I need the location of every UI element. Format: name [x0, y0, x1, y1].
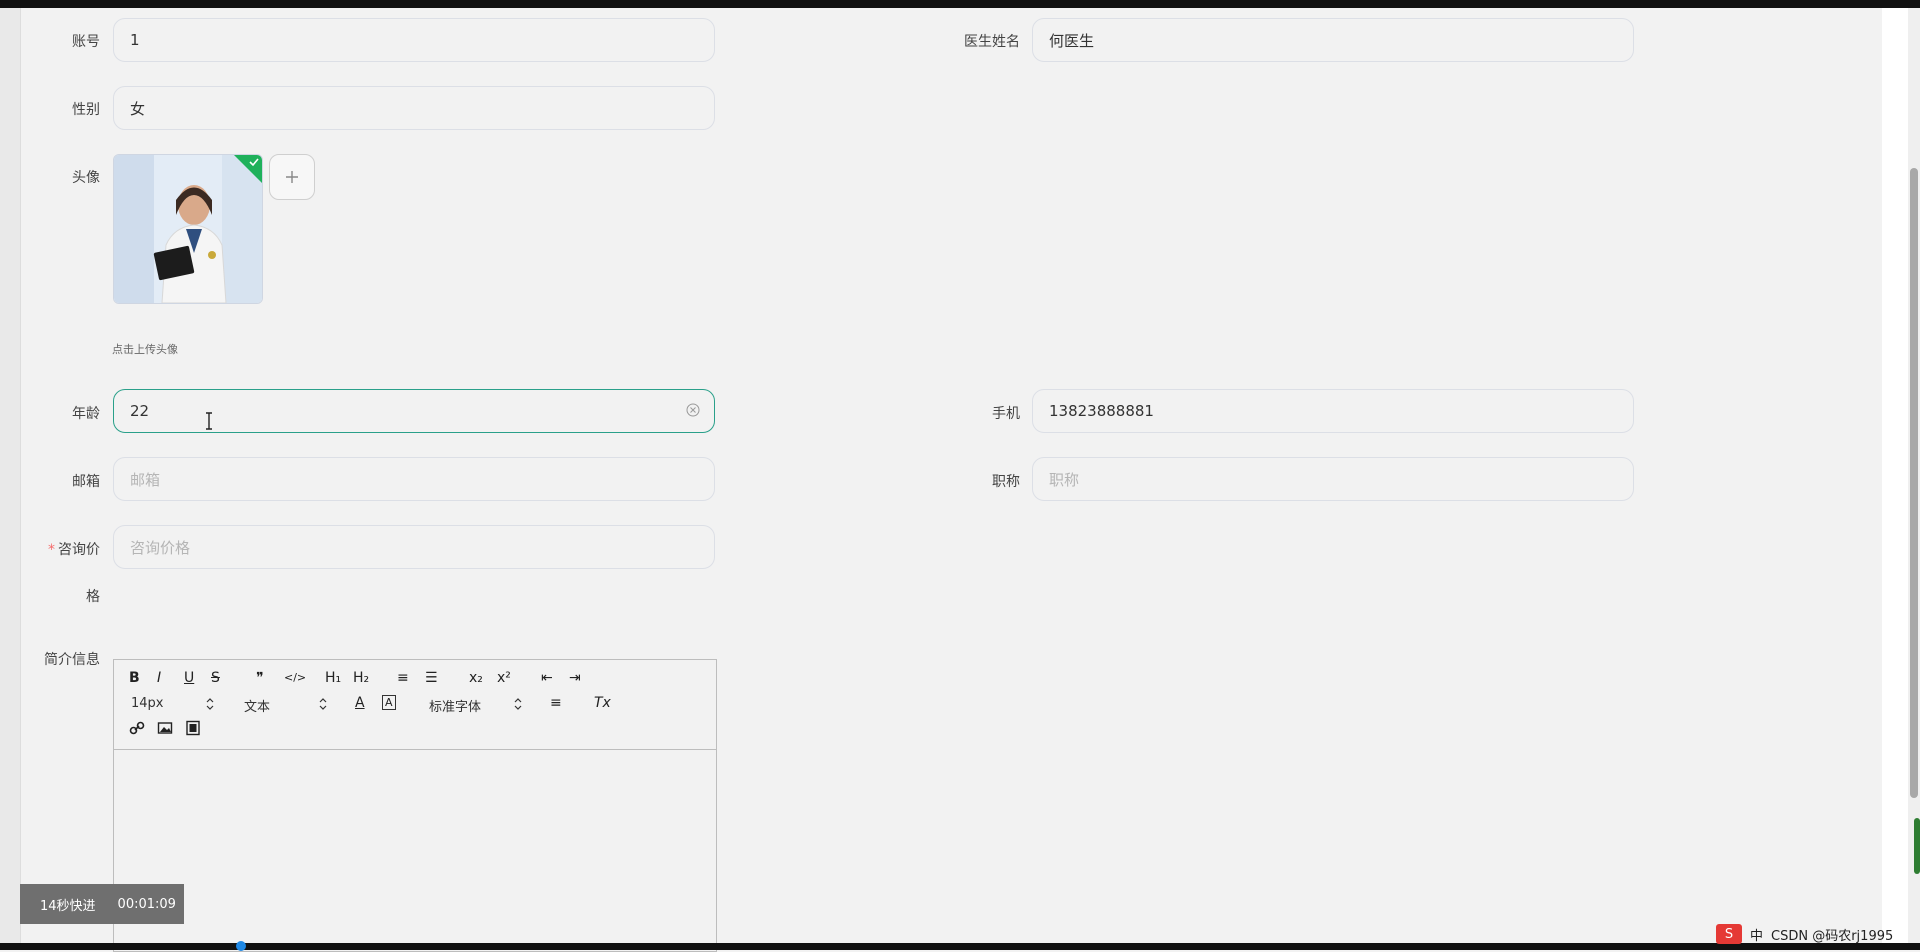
background-color-button[interactable]: A: [382, 695, 396, 710]
age-value: 22: [130, 402, 150, 420]
check-icon: [249, 158, 259, 167]
caret-icon: [319, 698, 327, 710]
doctor-name-value: 何医生: [1049, 31, 1095, 50]
avatar-label: 头像: [72, 170, 100, 186]
upload-hint[interactable]: 点击上传头像: [112, 341, 178, 357]
email-field[interactable]: 邮箱: [113, 457, 715, 501]
link-icon[interactable]: [129, 720, 145, 736]
plus-icon: [286, 171, 298, 183]
image-icon[interactable]: [157, 720, 173, 736]
system-tray: S 中 CSDN @码农rj1995: [1716, 922, 1893, 946]
superscript-button[interactable]: x²: [497, 670, 511, 686]
bullet-list-button[interactable]: ☰: [425, 670, 438, 686]
ime-logo-icon[interactable]: S: [1716, 924, 1742, 944]
email-placeholder: 邮箱: [130, 470, 161, 489]
ordered-list-button[interactable]: ≡: [397, 670, 409, 686]
video-icon[interactable]: [185, 720, 201, 736]
subscript-button[interactable]: x₂: [469, 670, 483, 686]
required-mark: *: [48, 542, 55, 558]
ime-mode[interactable]: 中: [1750, 925, 1763, 944]
gender-field[interactable]: 女: [113, 86, 715, 130]
font-family-select[interactable]: 标准字体: [429, 696, 481, 715]
doctor-name-field[interactable]: 何医生: [1032, 18, 1634, 62]
gender-value: 女: [130, 99, 146, 118]
editor-toolbar: B I U S ❞ </> H₁ H₂ ≡ ☰ x₂ x² ⇤ ⇥ 14px 文…: [114, 660, 716, 750]
caret-icon: [206, 698, 214, 710]
underline-button[interactable]: U: [184, 670, 194, 686]
rich-text-editor[interactable]: B I U S ❞ </> H₁ H₂ ≡ ☰ x₂ x² ⇤ ⇥ 14px 文…: [113, 659, 717, 952]
price-label-line1: 咨询价: [58, 542, 100, 558]
price-placeholder: 咨询价格: [130, 538, 191, 557]
doctor-name-label: 医生姓名: [964, 34, 1020, 50]
quote-button[interactable]: ❞: [256, 670, 264, 686]
fast-forward-text: 14秒快进: [40, 898, 96, 914]
account-label: 账号: [72, 34, 100, 50]
outdent-button[interactable]: ⇤: [541, 670, 553, 686]
gender-label: 性别: [72, 102, 100, 118]
italic-button[interactable]: I: [157, 670, 161, 686]
h2-button[interactable]: H₂: [353, 670, 369, 686]
title-label: 职称: [992, 474, 1020, 490]
playback-time: 00:01:09: [117, 896, 176, 912]
clear-format-button[interactable]: Tx: [594, 695, 611, 711]
text-type-select[interactable]: 文本: [244, 696, 270, 715]
price-label: * 咨询价: [20, 539, 100, 559]
intro-label: 简介信息: [44, 652, 100, 668]
code-button[interactable]: </>: [284, 671, 306, 684]
playback-overlay: 14秒快进 00:01:09: [20, 884, 184, 924]
add-avatar-button[interactable]: [269, 154, 315, 200]
account-field[interactable]: 1: [113, 18, 715, 62]
align-button[interactable]: ≡: [550, 695, 562, 711]
price-label-line2: 格: [86, 589, 100, 605]
text-cursor-icon: [206, 412, 212, 430]
email-label: 邮箱: [72, 474, 100, 490]
editor-content-area[interactable]: [114, 750, 716, 950]
title-placeholder: 职称: [1049, 470, 1080, 489]
caret-icon: [514, 698, 522, 710]
scrollbar-track[interactable]: [1908, 8, 1920, 943]
bottom-bar: [0, 943, 1920, 950]
indent-button[interactable]: ⇥: [569, 670, 581, 686]
scrollbar-thumb[interactable]: [1910, 168, 1918, 798]
avatar-image[interactable]: [113, 154, 263, 304]
watermark-text: CSDN @码农rj1995: [1771, 928, 1894, 944]
strike-button[interactable]: S: [211, 670, 220, 686]
account-value: 1: [130, 31, 140, 49]
price-field[interactable]: 咨询价格: [113, 525, 715, 569]
phone-field[interactable]: 13823888881: [1032, 389, 1634, 433]
top-bar: [0, 0, 1920, 8]
font-color-button[interactable]: A: [355, 695, 365, 711]
font-size-select[interactable]: 14px: [131, 696, 164, 711]
age-label: 年龄: [72, 406, 100, 422]
title-field[interactable]: 职称: [1032, 457, 1634, 501]
phone-label: 手机: [992, 406, 1020, 422]
side-indicator: [1914, 818, 1920, 874]
phone-value: 13823888881: [1049, 402, 1154, 420]
left-strip: [0, 8, 21, 943]
clear-icon[interactable]: [686, 403, 700, 417]
bold-button[interactable]: B: [129, 670, 140, 686]
h1-button[interactable]: H₁: [325, 670, 341, 686]
